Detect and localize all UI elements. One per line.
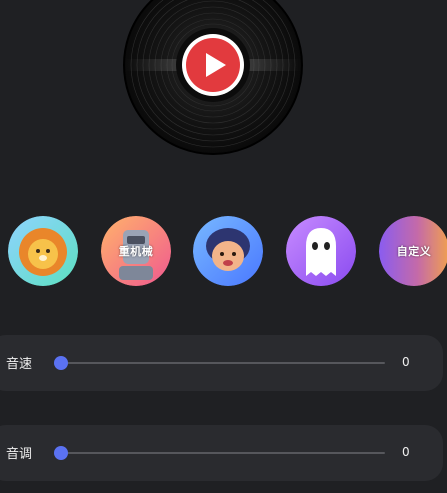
pitch-label: 音调 bbox=[6, 447, 33, 462]
voice-option-mech[interactable]: 重机械 bbox=[101, 216, 171, 286]
speed-slider-track[interactable] bbox=[54, 356, 385, 370]
voice-option-ghost[interactable] bbox=[286, 216, 356, 286]
pitch-slider-card: 音调 0 bbox=[0, 425, 443, 481]
vinyl-record bbox=[123, 0, 303, 155]
voice-label: 自定义 bbox=[396, 245, 432, 258]
pitch-slider-thumb[interactable] bbox=[54, 446, 68, 460]
voice-label bbox=[286, 216, 356, 286]
speed-slider-card: 音速 0 bbox=[0, 335, 443, 391]
voice-option-lion[interactable] bbox=[8, 216, 78, 286]
speed-label: 音速 bbox=[6, 357, 33, 372]
pitch-slider-track[interactable] bbox=[54, 446, 385, 460]
play-icon bbox=[182, 34, 244, 96]
pitch-value: 0 bbox=[402, 445, 410, 459]
speed-slider-thumb[interactable] bbox=[54, 356, 68, 370]
speed-value: 0 bbox=[402, 355, 410, 369]
voice-option-kid[interactable] bbox=[193, 216, 263, 286]
voice-effect-list: 重机械 自定义 bbox=[0, 212, 447, 290]
voice-label bbox=[8, 216, 78, 286]
play-button[interactable] bbox=[181, 33, 245, 97]
voice-option-custom[interactable]: 自定义 bbox=[379, 216, 447, 286]
voice-label bbox=[193, 216, 263, 286]
voice-label: 重机械 bbox=[118, 245, 154, 258]
